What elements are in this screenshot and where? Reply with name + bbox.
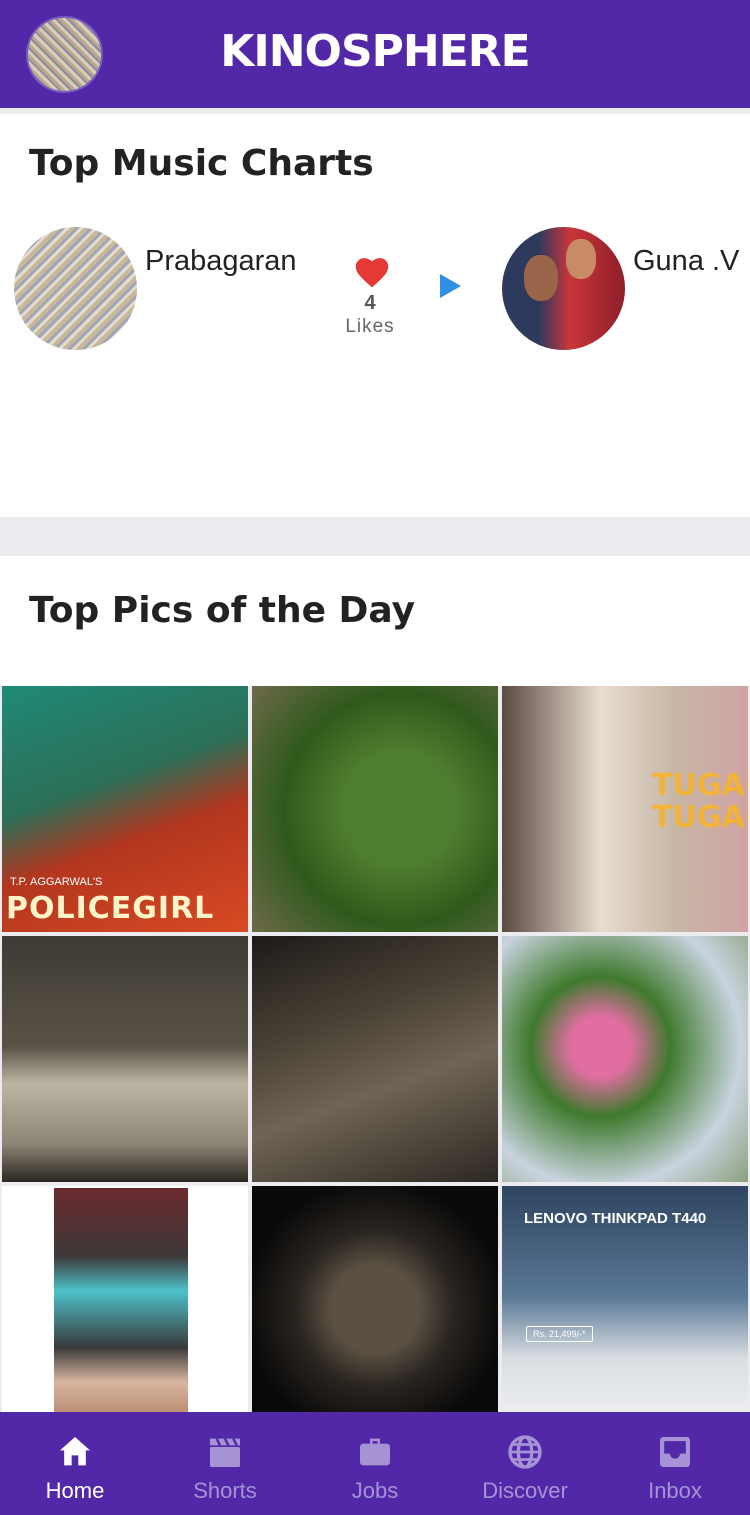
globe-icon [508, 1435, 542, 1469]
likes-label: Likes [345, 316, 395, 337]
home-icon [60, 1437, 90, 1466]
likes-count: 4 [364, 292, 376, 314]
portrait-photo [54, 1188, 188, 1416]
nav-label: Jobs [351, 1478, 399, 1503]
nav-shorts[interactable]: Shorts [150, 1412, 300, 1515]
nav-label: Home [45, 1478, 105, 1503]
pic-tile-radio-angled[interactable] [252, 936, 498, 1182]
top-pics-title: Top Pics of the Day [29, 590, 416, 631]
pic-tile-radio-closeup[interactable] [2, 936, 248, 1182]
chart-entry-avatar-1[interactable] [14, 227, 137, 350]
briefcase-icon [360, 1438, 390, 1466]
pic-tile-policegirl[interactable]: T.P. AGGARWAL'S POLICEGIRL [2, 686, 248, 932]
ad-price: Rs. 21,499/-* [526, 1326, 593, 1342]
chart-entry-name-2[interactable]: Guna .V [633, 245, 750, 278]
poster-credit: T.P. AGGARWAL'S [10, 876, 103, 888]
pic-tile-mushrooms[interactable] [252, 686, 498, 932]
nav-label: Inbox [648, 1478, 702, 1503]
pic-tile-lenovo-ad[interactable]: LENOVO THINKPAD T440 Rs. 21,499/-* [502, 1186, 748, 1432]
pic-tile-tugal[interactable]: TUGAL TUGAL [502, 686, 748, 932]
ad-title: LENOVO THINKPAD T440 [524, 1210, 707, 1227]
nav-label: Shorts [193, 1478, 257, 1503]
music-charts-title: Top Music Charts [29, 143, 374, 184]
pic-tile-man-blazer[interactable] [2, 1186, 248, 1432]
chart-entry-name-1[interactable]: Prabagaran [145, 245, 297, 278]
play-icon[interactable] [440, 274, 461, 298]
avatar-face [524, 255, 558, 301]
top-app-bar: KINOSPHERE [0, 0, 750, 108]
chart-entry-avatar-2[interactable] [502, 227, 625, 350]
bottom-navigation: Home Shorts Jobs Discover Inbox [0, 1412, 750, 1515]
pic-tile-flowers[interactable] [502, 936, 748, 1182]
nav-inbox[interactable]: Inbox [600, 1412, 750, 1515]
nav-home[interactable]: Home [0, 1412, 150, 1515]
avatar-face [566, 239, 596, 279]
heart-icon[interactable] [352, 255, 392, 289]
nav-label: Discover [482, 1478, 568, 1503]
inbox-icon [660, 1437, 690, 1467]
app-brand-logo: KINOSPHERE [220, 26, 530, 77]
nav-discover[interactable]: Discover [450, 1412, 600, 1515]
nav-jobs[interactable]: Jobs [300, 1412, 450, 1515]
poster-title: POLICEGIRL [6, 891, 215, 926]
pic-tile-radio-black[interactable] [252, 1186, 498, 1432]
clapperboard-icon [210, 1438, 240, 1467]
poster-title: TUGAL TUGAL [652, 768, 748, 835]
